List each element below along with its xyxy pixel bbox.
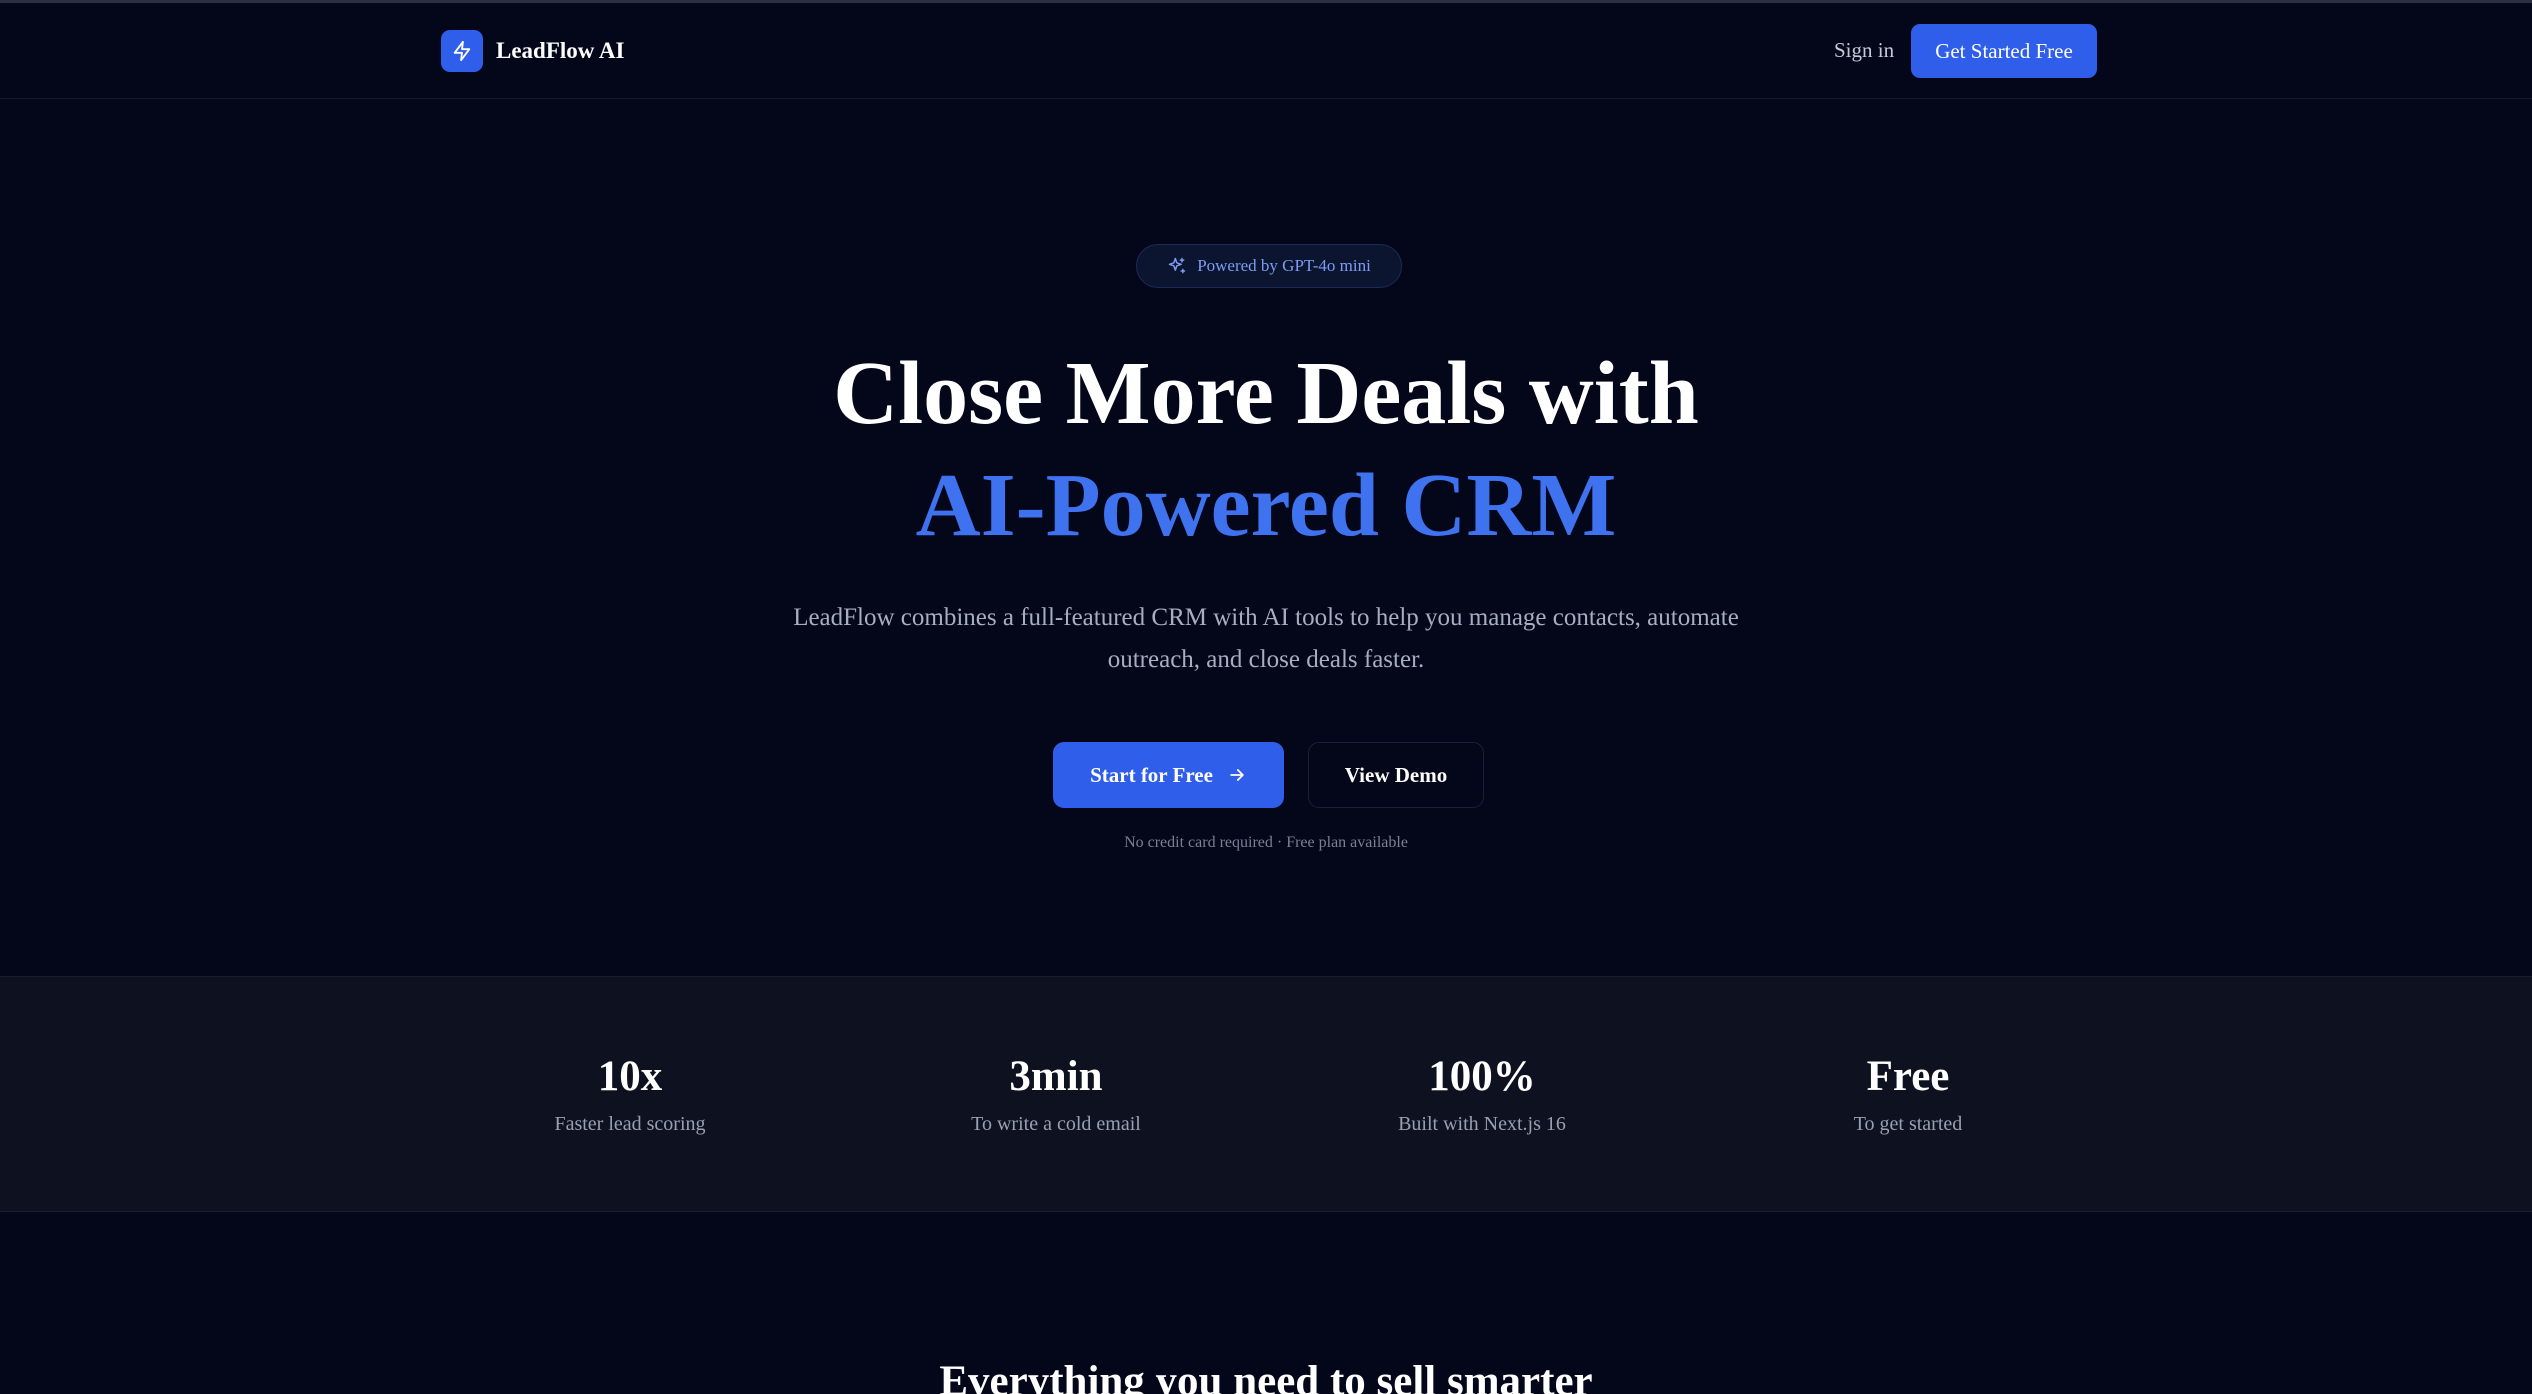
brand[interactable]: LeadFlow AI: [441, 30, 624, 72]
badge-label: Powered by GPT-4o mini: [1197, 256, 1371, 275]
stat-value: 10x: [597, 1053, 663, 1100]
hero-subtitle: LeadFlow combines a full-featured CRM wi…: [793, 604, 1739, 673]
get-started-button[interactable]: Get Started Free: [1911, 24, 2097, 78]
start-for-free-label: Start for Free: [1090, 762, 1213, 787]
stat-label: To get started: [1853, 1113, 1963, 1135]
stat-item: 100% Built with Next.js 16: [1332, 1049, 1632, 1136]
view-demo-button[interactable]: View Demo: [1308, 742, 1484, 808]
stat-item: 10x Faster lead scoring: [480, 1049, 780, 1136]
stat-label: Built with Next.js 16: [1398, 1113, 1566, 1135]
stat-label: To write a cold email: [971, 1113, 1141, 1135]
hero-title-line1: Close More Deals with: [833, 344, 1699, 443]
lightning-bolt-icon: [441, 30, 483, 72]
stat-value: 100%: [1428, 1053, 1536, 1100]
navbar: LeadFlow AI Sign in Get Started Free: [0, 3, 2532, 99]
stats-band: 10x Faster lead scoring 3min To write a …: [0, 976, 2532, 1212]
brand-name: LeadFlow AI: [496, 38, 625, 63]
stat-item: Free To get started: [1758, 1049, 2058, 1136]
hero-title: Close More Deals with AI-Powered CRM: [0, 338, 2532, 562]
hero-title-highlight: AI-Powered CRM: [915, 456, 1617, 555]
stat-value: Free: [1866, 1053, 1950, 1100]
powered-by-badge: Powered by GPT-4o mini: [1136, 244, 1402, 288]
start-for-free-button[interactable]: Start for Free: [1053, 742, 1284, 808]
stat-label: Faster lead scoring: [554, 1113, 706, 1135]
stat-item: 3min To write a cold email: [906, 1049, 1206, 1136]
sparkles-icon: [1167, 256, 1187, 276]
stat-value: 3min: [1009, 1053, 1103, 1100]
features-heading: Everything you need to sell smarter: [939, 1358, 1593, 1394]
fine-print: No credit card required · Free plan avai…: [1124, 834, 1408, 851]
sign-in-link[interactable]: Sign in: [1834, 38, 1894, 63]
landing-page: LeadFlow AI Sign in Get Started Free Pow…: [0, 0, 2532, 1394]
arrow-right-icon: [1227, 765, 1247, 785]
